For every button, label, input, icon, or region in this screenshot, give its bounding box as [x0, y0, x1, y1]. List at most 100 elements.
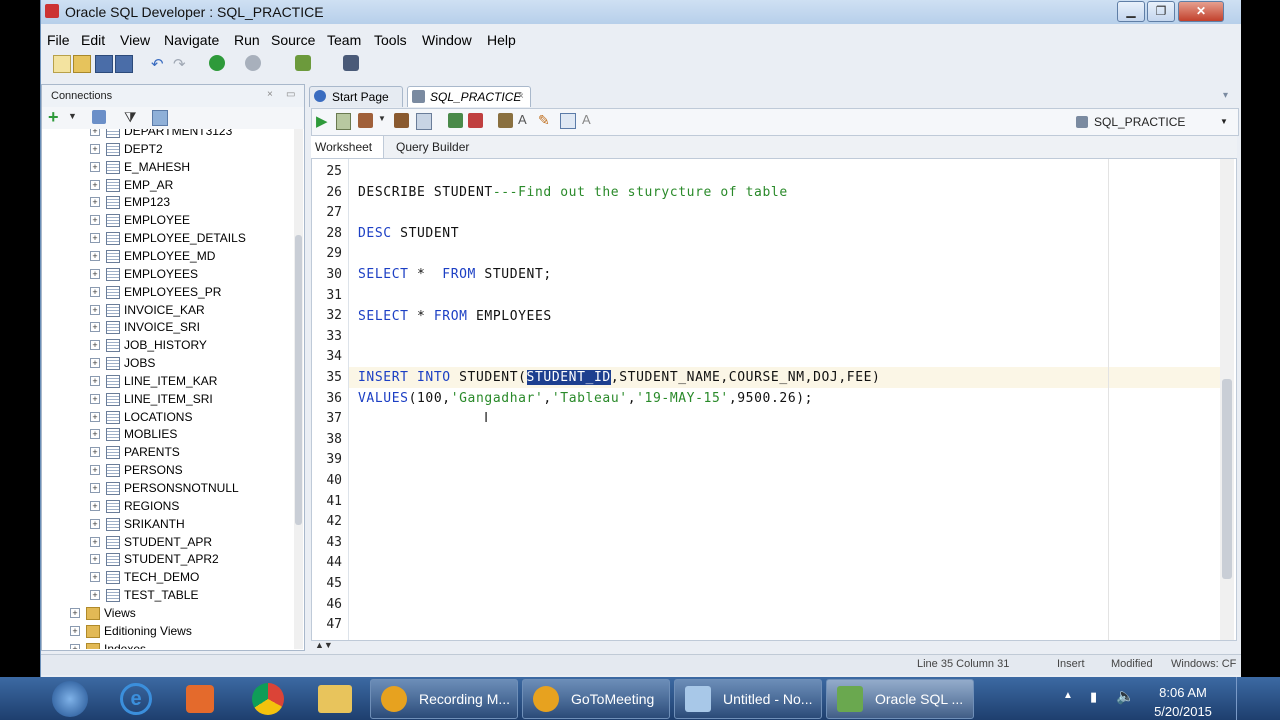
expand-icon[interactable]: + [90, 179, 100, 190]
tray-expand-icon[interactable]: ▲ [1063, 690, 1073, 701]
expand-icon[interactable]: + [90, 518, 100, 529]
undo-icon[interactable]: ↶ [151, 55, 167, 73]
tab-worksheet[interactable]: Worksheet [315, 140, 372, 154]
tree-item-table[interactable]: + TECH_DEMO [42, 569, 292, 587]
minimize-panel-icon[interactable]: ▭ [286, 89, 295, 100]
case-icon[interactable]: A [518, 112, 527, 127]
expand-icon[interactable]: + [90, 358, 100, 369]
schema-browser-icon[interactable] [152, 110, 168, 126]
show-desktop-button[interactable] [1236, 677, 1247, 720]
format-icon[interactable] [560, 113, 576, 129]
connection-select[interactable]: SQL_PRACTICE ▼ [1072, 112, 1232, 132]
taskbar-notepad[interactable]: Untitled - No... [674, 679, 822, 719]
expand-icon[interactable]: + [90, 375, 100, 386]
tree-item-table[interactable]: + TEST_TABLE [42, 587, 292, 605]
connections-scroll-thumb[interactable] [295, 235, 302, 525]
tab-query-builder[interactable]: Query Builder [396, 140, 469, 154]
tree-item-table[interactable]: + PERSONS [42, 462, 292, 480]
expand-icon[interactable]: + [90, 215, 100, 226]
network-icon[interactable]: ▮ [1090, 689, 1097, 705]
start-button[interactable] [52, 681, 88, 717]
tree-item-table[interactable]: + LOCATIONS [42, 409, 292, 427]
expand-icon[interactable]: + [90, 572, 100, 583]
tree-item-folder[interactable]: + Editioning Views [42, 623, 292, 641]
tree-item-table[interactable]: + SRIKANTH [42, 516, 292, 534]
filter-icon[interactable]: ⧩ [124, 109, 137, 126]
expand-icon[interactable]: + [90, 322, 100, 333]
tree-item-table[interactable]: + EMPLOYEES_PR [42, 284, 292, 302]
chrome-icon[interactable] [252, 683, 284, 715]
tree-item-table[interactable]: + EMP123 [42, 194, 292, 212]
tab-start-page[interactable]: Start Page [309, 86, 403, 107]
volume-icon[interactable]: 🔈 [1116, 687, 1135, 705]
sql-history-icon[interactable] [448, 113, 463, 128]
add-connection-icon[interactable]: + [48, 107, 59, 128]
tab-sql-practice[interactable]: SQL_PRACTICE × [407, 86, 531, 107]
tab-close-icon[interactable]: × [518, 87, 524, 107]
run-statement-icon[interactable]: ▶ [316, 112, 328, 130]
expand-icon[interactable]: + [90, 500, 100, 511]
tree-item-table[interactable]: + EMPLOYEE_DETAILS [42, 230, 292, 248]
save-all-icon[interactable] [115, 55, 133, 73]
tree-item-table[interactable]: + EMP_AR [42, 177, 292, 195]
tree-item-folder[interactable]: + Indexes [42, 641, 292, 649]
expand-icon[interactable]: + [90, 197, 100, 208]
expand-icon[interactable]: + [90, 411, 100, 422]
monitor-icon[interactable] [343, 55, 359, 71]
minimize-button[interactable]: ▁ [1117, 1, 1145, 22]
new-icon[interactable] [53, 55, 71, 73]
menu-tools[interactable]: Tools [374, 32, 407, 48]
sql-editor[interactable]: 25 26 27 28 29 30 31 32 33 34 35 36 37 38 39 40 41 42 43 44… [311, 158, 1237, 641]
taskbar-oracle-sql[interactable]: Oracle SQL ... [826, 679, 974, 719]
save-icon[interactable] [95, 55, 113, 73]
menu-source[interactable]: Source [271, 32, 315, 48]
tree-item-table[interactable]: + EMPLOYEE_MD [42, 248, 292, 266]
expand-icon[interactable]: + [90, 129, 100, 136]
clear-icon[interactable]: ✎ [538, 112, 550, 129]
maximize-button[interactable]: ❐ [1147, 1, 1175, 22]
commit-dropdown-icon[interactable]: ▼ [378, 114, 386, 123]
tree-item-table[interactable]: + JOBS [42, 355, 292, 373]
expand-icon[interactable]: + [90, 483, 100, 493]
explorer-icon[interactable] [318, 685, 352, 713]
tree-item-table[interactable]: + EMPLOYEE [42, 212, 292, 230]
tree-item-table[interactable]: + STUDENT_APR [42, 534, 292, 552]
close-button[interactable]: ✕ [1178, 1, 1224, 22]
tuning-icon[interactable]: A [582, 112, 591, 127]
tree-item-table[interactable]: + STUDENT_APR2 [42, 551, 292, 569]
expand-icon[interactable]: + [90, 465, 100, 476]
expand-icon[interactable]: + [90, 590, 100, 601]
menu-run[interactable]: Run [234, 32, 260, 48]
forward-icon[interactable] [245, 55, 261, 71]
rollback-icon[interactable] [394, 113, 409, 128]
expand-icon[interactable]: + [90, 250, 100, 261]
taskbar-gotomeeting[interactable]: GoToMeeting [522, 679, 670, 719]
commit-icon[interactable] [358, 113, 373, 128]
open-icon[interactable] [73, 55, 91, 73]
expand-icon[interactable]: + [70, 643, 80, 649]
expand-icon[interactable]: + [90, 161, 100, 172]
tree-item-table[interactable]: + LINE_ITEM_SRI [42, 391, 292, 409]
run-sql-icon[interactable] [295, 55, 311, 71]
tree-item-table[interactable]: + INVOICE_KAR [42, 302, 292, 320]
menu-view[interactable]: View [120, 32, 150, 48]
split-arrows-icon[interactable]: ▲▼ [315, 640, 333, 650]
autotrace-icon[interactable] [498, 113, 513, 128]
taskbar-recording[interactable]: Recording M... [370, 679, 518, 719]
expand-icon[interactable]: + [90, 429, 100, 440]
expand-icon[interactable]: + [90, 393, 100, 404]
expand-icon[interactable]: + [90, 554, 100, 565]
refresh-icon[interactable] [92, 110, 106, 124]
tree-item-table[interactable]: + INVOICE_SRI [42, 319, 292, 337]
tree-item-table[interactable]: + LINE_ITEM_KAR [42, 373, 292, 391]
expand-icon[interactable]: + [70, 607, 80, 618]
expand-icon[interactable]: + [90, 447, 100, 458]
tree-item-folder[interactable]: + Views [42, 605, 292, 623]
expand-icon[interactable]: + [90, 233, 100, 244]
internet-explorer-icon[interactable]: e [120, 683, 152, 715]
tree-item-table[interactable]: + DEPARTMENT3123 [42, 129, 292, 141]
menu-team[interactable]: Team [327, 32, 361, 48]
expand-icon[interactable]: + [90, 340, 100, 351]
media-player-icon[interactable] [186, 685, 214, 713]
menu-help[interactable]: Help [487, 32, 516, 48]
